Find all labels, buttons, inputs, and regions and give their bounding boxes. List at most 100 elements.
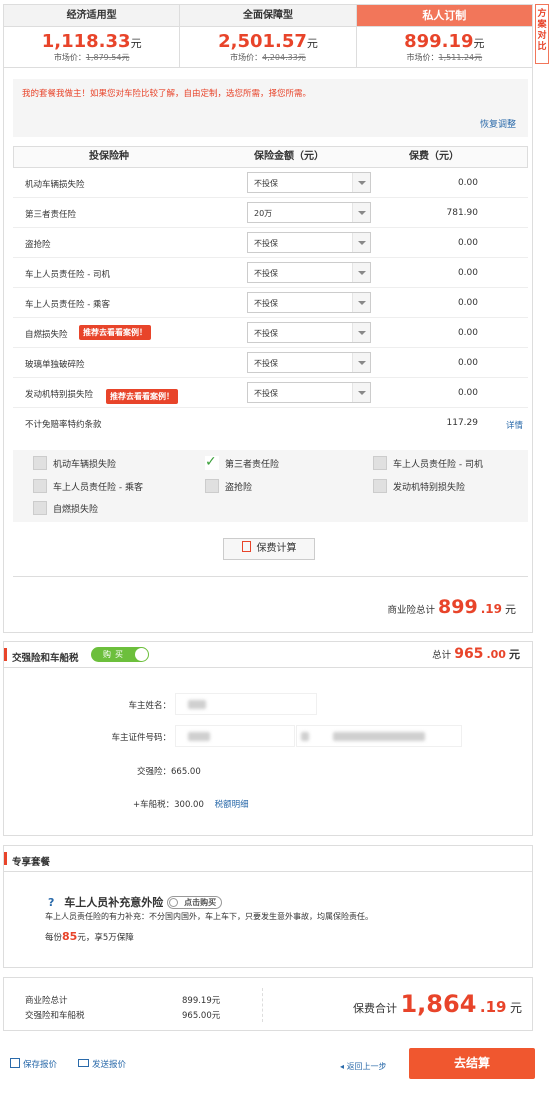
id-number-field[interactable] (296, 725, 462, 747)
plan-title: 经济适用型 (4, 5, 180, 27)
product-price: 每份85元，享5万保障 (45, 930, 134, 943)
coverage-name: 车上人员责任险 - 司机 (25, 270, 110, 280)
coverage-name: 车上人员责任险 - 乘客 (25, 300, 110, 310)
amount-select[interactable]: 不投保 (247, 232, 371, 253)
table-row: 机动车辆损失险 不投保 0.00 (13, 168, 528, 198)
coverage-checklist: 机动车辆损失险 ✓ 第三者责任险 车上人员责任险 - 司机 车上人员责任险 - 乘… (13, 450, 528, 522)
fee-value: 781.90 (446, 208, 479, 218)
detail-link[interactable]: 详情 (506, 419, 523, 431)
section-title: 专享套餐 (12, 857, 51, 868)
id-type-field[interactable] (175, 725, 295, 747)
chevron-down-icon (352, 173, 370, 192)
plan-price: 1,118.33元 (41, 31, 142, 52)
fee-value: 0.00 (457, 328, 478, 338)
amount-select[interactable]: 不投保 (247, 352, 371, 373)
back-button[interactable]: ◂ 返回上一步 (340, 1061, 387, 1072)
send-quote-button[interactable]: 发送报价 (78, 1058, 126, 1070)
coverage-name: 第三者责任险 (25, 210, 77, 220)
plan-comprehensive[interactable]: 全面保障型 2,501.57元 市场价：4,204.33元 (180, 5, 357, 67)
exclusive-section: 专享套餐 ? 车上人员补充意外险 点击购买 车上人员责任险的有力补充：不分国内国… (3, 845, 533, 968)
product-description: 车上人员责任险的有力补充：不分国内国外，车上车下，只要发生意外事故，均属保险责任… (45, 912, 373, 921)
chevron-down-icon (352, 233, 370, 252)
section-title: 交强险和车船税 (12, 653, 79, 664)
fee-value: 117.29 (446, 418, 479, 428)
fee-value: 0.00 (457, 178, 478, 188)
calculator-icon (241, 541, 251, 552)
section-header: 专享套餐 (4, 846, 532, 872)
commercial-total: 商业险总计 899 .19 元 (387, 596, 516, 618)
fee-value: 0.00 (457, 358, 478, 368)
checkbox[interactable] (373, 456, 387, 470)
compulsory-total: 总计 965 .00 元 (432, 646, 520, 662)
amount-select[interactable]: 不投保 (247, 172, 371, 193)
coverage-name: 盗抢险 (25, 240, 51, 250)
plan-market-price: 市场价：4,204.33元 (230, 53, 306, 62)
buy-toggle[interactable]: 购买 (91, 647, 149, 662)
divider (262, 988, 263, 1022)
chevron-down-icon (352, 383, 370, 402)
checkbox[interactable] (205, 479, 219, 493)
amount-select[interactable]: 不投保 (247, 382, 371, 403)
chevron-down-icon (352, 203, 370, 222)
fee-value: 0.00 (457, 298, 478, 308)
owner-name-field[interactable] (175, 693, 317, 715)
summary-commercial-value: 899.19元 (182, 996, 221, 1006)
table-row: 盗抢险 不投保 0.00 (13, 228, 528, 258)
chevron-down-icon (352, 323, 370, 342)
compare-plans-button[interactable]: 方案对比 (535, 4, 549, 64)
restore-button[interactable]: 恢复调整 (480, 117, 516, 130)
product-title: ? 车上人员补充意外险 点击购买 (48, 894, 223, 910)
compulsory-section: 交强险和车船税 购买 总计 965 .00 元 车主姓名： 车主证件号码： 交强… (3, 641, 533, 836)
tax-detail-link[interactable]: 税额明细 (215, 800, 249, 810)
grand-total: 保费合计 1,864 .19 元 (352, 990, 522, 1018)
chevron-down-icon (352, 263, 370, 282)
save-quote-button[interactable]: 保存报价 (10, 1058, 57, 1070)
checkbox[interactable] (33, 501, 47, 515)
checkmark-icon[interactable]: ✓ (205, 455, 219, 470)
fee-value: 0.00 (457, 268, 478, 278)
checkbox[interactable] (373, 479, 387, 493)
vehicle-tax: +车船税：300.00 税额明细 (133, 800, 249, 810)
custom-plan-panel: 我的套餐我做主！如果您对车险比较了解，自由定制，选您所需，择您所需。 恢复调整 … (3, 68, 533, 633)
chevron-down-icon (352, 353, 370, 372)
plan-tabs: 经济适用型 1,118.33元 市场价：1,879.54元 全面保障型 2,50… (3, 4, 533, 68)
chevron-down-icon (352, 293, 370, 312)
amount-select[interactable]: 不投保 (247, 262, 371, 283)
plan-market-price: 市场价：1,879.54元 (53, 53, 130, 62)
mail-icon (78, 1059, 89, 1067)
amount-select[interactable]: 20万 (247, 202, 371, 223)
fee-value: 0.00 (457, 238, 478, 248)
amount-select[interactable]: 不投保 (247, 322, 371, 343)
compulsory-fee: 交强险：665.00 (137, 767, 201, 777)
plan-economy[interactable]: 经济适用型 1,118.33元 市场价：1,879.54元 (4, 5, 181, 67)
plan-custom[interactable]: 私人订制 899.19元 市场价：1,511.24元 (356, 5, 532, 67)
checkout-button[interactable]: 去结算 (409, 1048, 535, 1079)
table-row: 车上人员责任险 - 乘客 不投保 0.00 (13, 288, 528, 318)
recommend-case-tag[interactable]: 推荐去看看案例！ (106, 389, 178, 404)
amount-select[interactable]: 不投保 (247, 292, 371, 313)
summary-compulsory-label: 交强险和车船税 (25, 1011, 85, 1021)
divider (13, 576, 528, 577)
buy-pill-toggle[interactable]: 点击购买 (167, 896, 223, 909)
notice-text: 我的套餐我做主！如果您对车险比较了解，自由定制，选您所需，择您所需。 (22, 89, 312, 99)
coverage-name: 发动机特别损失险 (25, 390, 94, 400)
coverage-name: 不计免赔率特约条款 (25, 420, 102, 430)
coverage-table: 投保险种 保险金额（元） 保费（元） 机动车辆损失险 不投保 0.00 第三者责… (13, 146, 528, 438)
fee-value: 0.00 (457, 388, 478, 398)
table-row: 自燃损失险 推荐去看看案例！ 不投保 0.00 (13, 318, 528, 348)
calculate-premium-button[interactable]: 保费计算 (223, 538, 315, 560)
recommend-case-tag[interactable]: 推荐去看看案例！ (79, 325, 151, 340)
coverage-name: 自燃损失险 (25, 330, 68, 340)
summary-commercial-label: 商业险总计 (25, 996, 68, 1006)
checkbox[interactable] (33, 479, 47, 493)
back-arrow-icon: ◂ (340, 1062, 345, 1071)
plan-market-price: 市场价：1,511.24元 (406, 53, 483, 62)
coverage-name: 机动车辆损失险 (25, 180, 85, 190)
help-icon[interactable]: ? (48, 896, 54, 909)
summary-box: 商业险总计 899.19元 交强险和车船税 965.00元 保费合计 1,864… (3, 977, 533, 1031)
plan-title: 私人订制 (356, 5, 532, 27)
checkbox[interactable] (33, 456, 47, 470)
table-row: 玻璃单独破碎险 不投保 0.00 (13, 348, 528, 378)
save-icon (10, 1058, 20, 1068)
plan-price: 2,501.57元 (218, 31, 318, 52)
